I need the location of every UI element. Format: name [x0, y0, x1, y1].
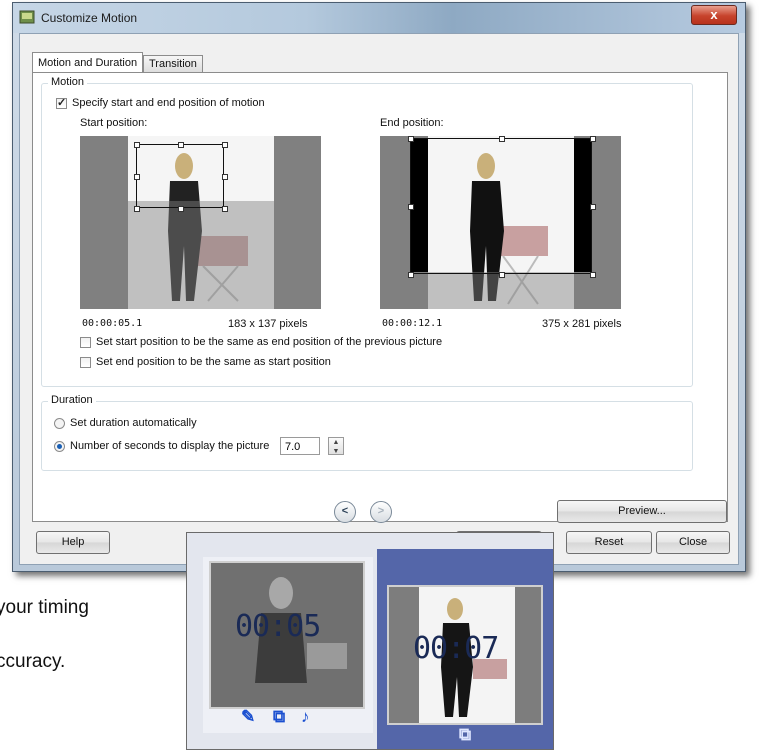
background-text-line2: ccuracy. [0, 651, 66, 672]
end-same-as-start-checkbox[interactable] [80, 357, 91, 368]
resize-handle[interactable] [499, 136, 505, 142]
resize-handle[interactable] [178, 142, 184, 148]
resize-handle[interactable] [222, 174, 228, 180]
specify-motion-checkbox[interactable] [56, 96, 67, 109]
seconds-stepper[interactable]: ▲ ▼ [328, 437, 344, 455]
window-title: Customize Motion [41, 11, 138, 25]
clip-2-timecode: 00:07 [413, 631, 499, 666]
edit-icon[interactable]: ✎ [241, 707, 255, 727]
chevron-left-icon: < [341, 505, 349, 517]
app-icon [19, 10, 35, 24]
tab-transition[interactable]: Transition [143, 55, 203, 73]
duration-seconds-label: Number of seconds to display the picture [70, 440, 270, 452]
duration-group: Duration Set duration automatically Numb… [41, 394, 693, 471]
resize-handle[interactable] [408, 204, 414, 210]
background-text-line1: your timing [0, 597, 89, 618]
end-same-as-start-label: Set end position to be the same as start… [96, 356, 331, 368]
close-button[interactable]: Close [656, 531, 730, 554]
start-timecode: 00:00:05.1 [82, 318, 143, 329]
start-position-preview[interactable] [80, 136, 321, 309]
storyboard-clip-2[interactable]: 00:07 ⧉ [377, 549, 553, 749]
resize-handle[interactable] [408, 136, 414, 142]
resize-handle[interactable] [499, 272, 505, 278]
start-selection-box[interactable] [134, 142, 228, 212]
stepper-down-icon[interactable]: ▼ [333, 448, 340, 455]
storyboard-clip-1[interactable]: 00:05 ✎ ⧉ ♪ [203, 557, 373, 733]
motion-group-title: Motion [48, 76, 88, 88]
resize-handle[interactable] [134, 206, 140, 212]
start-same-as-previous-label: Set start position to be the same as end… [96, 336, 443, 348]
title-bar[interactable]: Customize Motion x [13, 3, 745, 33]
end-timecode: 00:00:12.1 [382, 318, 443, 329]
music-note-icon[interactable]: ♪ [301, 707, 310, 727]
motion-icon[interactable]: ⧉ [459, 725, 471, 745]
resize-handle[interactable] [134, 142, 140, 148]
preview-button[interactable]: Preview... [557, 500, 727, 523]
end-size: 375 x 281 pixels [542, 318, 622, 330]
seconds-input[interactable]: 7.0 [280, 437, 320, 455]
duration-seconds-radio[interactable] [54, 441, 65, 452]
dialog-client-area: Motion and Duration Transition Motion Sp… [19, 33, 739, 565]
motion-icon[interactable]: ⧉ [273, 707, 285, 727]
window-close-button[interactable]: x [691, 5, 737, 25]
duration-auto-radio[interactable] [54, 418, 65, 429]
resize-handle[interactable] [590, 136, 596, 142]
end-selection-box[interactable] [408, 136, 596, 278]
start-same-as-previous-checkbox[interactable] [80, 337, 91, 348]
specify-motion-label: Specify start and end position of motion [72, 97, 265, 109]
tab-motion-and-duration[interactable]: Motion and Duration [32, 52, 144, 74]
chevron-right-icon: > [377, 505, 385, 517]
end-position-label: End position: [380, 117, 444, 129]
previous-picture-button[interactable]: < [334, 501, 356, 523]
clip-1-timecode: 00:05 [235, 609, 321, 644]
customize-motion-dialog: Customize Motion x Motion and Duration T… [12, 2, 746, 572]
clip-1-thumbnail[interactable]: 00:05 [209, 561, 365, 709]
duration-auto-label: Set duration automatically [70, 417, 197, 429]
resize-handle[interactable] [134, 174, 140, 180]
resize-handle[interactable] [590, 204, 596, 210]
reset-button[interactable]: Reset [566, 531, 652, 554]
clip-2-thumbnail[interactable]: 00:07 [387, 585, 543, 725]
storyboard-overlay: 00:05 ✎ ⧉ ♪ 00:07 ⧉ [186, 532, 554, 750]
start-position-label: Start position: [80, 117, 148, 129]
resize-handle[interactable] [590, 272, 596, 278]
start-size: 183 x 137 pixels [228, 318, 308, 330]
resize-handle[interactable] [178, 206, 184, 212]
resize-handle[interactable] [222, 142, 228, 148]
help-button[interactable]: Help [36, 531, 110, 554]
resize-handle[interactable] [222, 206, 228, 212]
motion-group: Motion Specify start and end position of… [41, 76, 693, 387]
stepper-up-icon[interactable]: ▲ [333, 439, 340, 446]
end-position-preview[interactable] [380, 136, 621, 309]
duration-group-title: Duration [48, 394, 96, 406]
tab-panel: Motion Specify start and end position of… [32, 72, 728, 522]
next-picture-button[interactable]: > [370, 501, 392, 523]
resize-handle[interactable] [408, 272, 414, 278]
